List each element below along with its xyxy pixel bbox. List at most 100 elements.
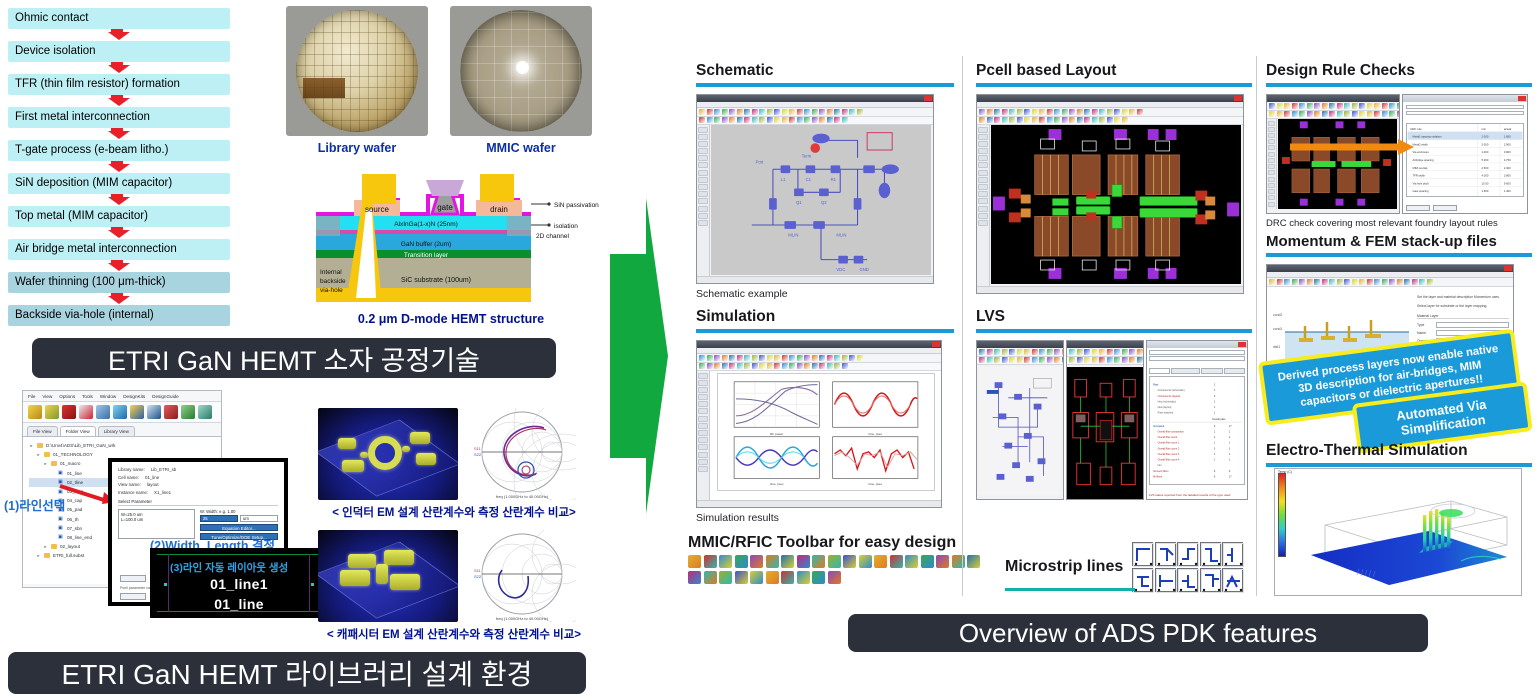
toolbar-icon[interactable] bbox=[841, 108, 848, 115]
palette-item[interactable] bbox=[1268, 170, 1275, 176]
toolbar-icon[interactable] bbox=[1091, 357, 1098, 363]
ads-menu-designguide[interactable]: DesignGuide bbox=[152, 394, 179, 399]
toolbar-icon[interactable] bbox=[994, 348, 1000, 355]
toolbar-icon[interactable] bbox=[1269, 111, 1275, 117]
toolbar-icon[interactable] bbox=[986, 357, 993, 363]
palette-item[interactable] bbox=[1268, 195, 1275, 201]
mmic-toolbar-icon-6[interactable] bbox=[765, 555, 779, 568]
toolbar-icon[interactable] bbox=[986, 117, 993, 123]
toolbar-icon[interactable] bbox=[1284, 278, 1290, 285]
toolbar-icon[interactable] bbox=[759, 363, 765, 369]
microstrip-icon-9[interactable] bbox=[1199, 567, 1222, 593]
toolbar-icon[interactable] bbox=[986, 348, 993, 355]
toolbar-icon[interactable] bbox=[1351, 111, 1358, 117]
toolbar-icon[interactable] bbox=[1389, 278, 1395, 285]
toolbar-icon[interactable] bbox=[1366, 111, 1373, 117]
toolbar-icon[interactable] bbox=[1084, 108, 1090, 115]
pcell-field-value[interactable]: 01_line bbox=[145, 475, 159, 480]
toolbar-icon[interactable] bbox=[811, 363, 818, 369]
palette-item[interactable] bbox=[1268, 176, 1275, 182]
toolbar-icon[interactable] bbox=[994, 357, 1000, 363]
toolbar-icon[interactable] bbox=[1291, 278, 1298, 285]
mmic-toolbar-icon-28[interactable] bbox=[812, 570, 825, 584]
toolbar-icon[interactable] bbox=[1061, 108, 1068, 115]
toolbar-icon[interactable] bbox=[1114, 117, 1120, 123]
toolbar-icon[interactable] bbox=[811, 108, 818, 115]
window-titlebar[interactable] bbox=[977, 94, 1243, 102]
toolbar-icon[interactable] bbox=[766, 363, 773, 369]
toolbar-icon[interactable] bbox=[781, 108, 788, 115]
palette-item[interactable] bbox=[978, 126, 988, 133]
palette-item[interactable] bbox=[1268, 157, 1275, 163]
palette-item[interactable] bbox=[978, 162, 988, 169]
ads-tab-library-view[interactable]: Library View bbox=[97, 426, 135, 436]
palette-item[interactable] bbox=[698, 430, 708, 436]
pcell-layout-canvas[interactable] bbox=[991, 124, 1241, 284]
toolbar-icon[interactable] bbox=[706, 363, 713, 369]
mmic-toolbar-icons[interactable] bbox=[688, 555, 984, 584]
window-toolbar-row1[interactable] bbox=[697, 107, 933, 117]
toolbar-icon[interactable] bbox=[1121, 357, 1128, 363]
palette-item[interactable] bbox=[698, 155, 708, 162]
window-toolbar-row1[interactable] bbox=[977, 347, 1063, 357]
toolbar-icon[interactable] bbox=[1129, 357, 1135, 363]
mmic-toolbar-icon-4[interactable] bbox=[734, 555, 748, 568]
toolbar-icon[interactable] bbox=[1001, 108, 1008, 115]
window-toolbar-row2[interactable] bbox=[977, 356, 1063, 365]
drc-violation-table[interactable]: DRC rule min actual Metal1 spacing violati… bbox=[1406, 122, 1524, 197]
toolbar-icon[interactable] bbox=[1136, 108, 1143, 115]
toolbar-icon[interactable] bbox=[1359, 278, 1365, 285]
toolbar-icon[interactable] bbox=[819, 117, 825, 123]
equation-editor-button[interactable]: Equation Editor... bbox=[199, 523, 278, 531]
lvs-schematic-window[interactable] bbox=[976, 339, 1064, 500]
layout-app-window[interactable] bbox=[976, 93, 1244, 294]
toolbar-icon[interactable] bbox=[1381, 111, 1388, 117]
toolbar-icon[interactable] bbox=[979, 108, 985, 115]
toolbar-icon[interactable] bbox=[1306, 278, 1313, 285]
toolbar-icon[interactable] bbox=[1121, 108, 1128, 115]
drc-layout-canvas[interactable] bbox=[1278, 118, 1397, 209]
toolbar-icon[interactable] bbox=[759, 108, 765, 115]
pcell-list-item[interactable]: L=100.0 um bbox=[121, 517, 192, 522]
toolbar-icon[interactable] bbox=[729, 354, 735, 361]
toolbar-icon[interactable] bbox=[744, 363, 750, 369]
toolbar-icon[interactable] bbox=[1084, 357, 1090, 363]
ads-toolbar[interactable] bbox=[23, 402, 221, 423]
mmic-toolbar-icon-5[interactable] bbox=[750, 555, 763, 568]
microstrip-icon-10[interactable] bbox=[1222, 567, 1245, 593]
toolbar-icon[interactable] bbox=[1076, 348, 1083, 355]
microstrip-icon-5[interactable] bbox=[1222, 542, 1245, 567]
toolbar-icon[interactable] bbox=[1381, 278, 1388, 285]
toolbar-icon[interactable] bbox=[1344, 111, 1350, 117]
toolbar-icon[interactable] bbox=[721, 354, 728, 361]
toolbar-icon[interactable] bbox=[1389, 111, 1395, 117]
palette-item[interactable] bbox=[1268, 164, 1275, 170]
toolbar-icon[interactable] bbox=[1091, 108, 1098, 115]
mmic-toolbar-icon-9[interactable] bbox=[812, 555, 825, 568]
microstrip-icon-4[interactable] bbox=[1199, 542, 1222, 567]
toolbar-icon[interactable] bbox=[1024, 108, 1030, 115]
mmic-toolbar-icon-1[interactable] bbox=[688, 555, 701, 568]
palette-item[interactable] bbox=[1268, 126, 1275, 132]
close-icon[interactable] bbox=[924, 95, 932, 101]
expand-arrow-icon[interactable]: ▸ bbox=[36, 553, 41, 559]
palette-item[interactable] bbox=[698, 458, 708, 465]
toolbar-icon[interactable] bbox=[1129, 108, 1135, 115]
toolbar-icon[interactable] bbox=[1276, 278, 1283, 285]
toolbar-icon[interactable] bbox=[1426, 278, 1433, 285]
toolbar-icon[interactable] bbox=[721, 117, 728, 123]
toolbar-icon[interactable] bbox=[1306, 111, 1313, 117]
toolbar-icon[interactable] bbox=[1321, 278, 1328, 285]
toolbar-icon[interactable] bbox=[1001, 348, 1008, 355]
toolbar-icon[interactable] bbox=[1061, 348, 1063, 355]
toolbar-icon[interactable] bbox=[1299, 102, 1305, 109]
mmic-toolbar-icon-12[interactable] bbox=[858, 555, 872, 568]
window-titlebar[interactable] bbox=[1267, 264, 1513, 272]
toolbar-icon[interactable] bbox=[994, 117, 1000, 123]
palette-item[interactable] bbox=[698, 212, 708, 219]
toolbar-icon[interactable] bbox=[1121, 117, 1128, 123]
toolbar-icon[interactable] bbox=[856, 108, 863, 115]
palette-item[interactable] bbox=[698, 162, 708, 169]
mmic-toolbar-icon-21[interactable] bbox=[703, 570, 717, 584]
toolbar-icon[interactable] bbox=[1091, 348, 1098, 355]
